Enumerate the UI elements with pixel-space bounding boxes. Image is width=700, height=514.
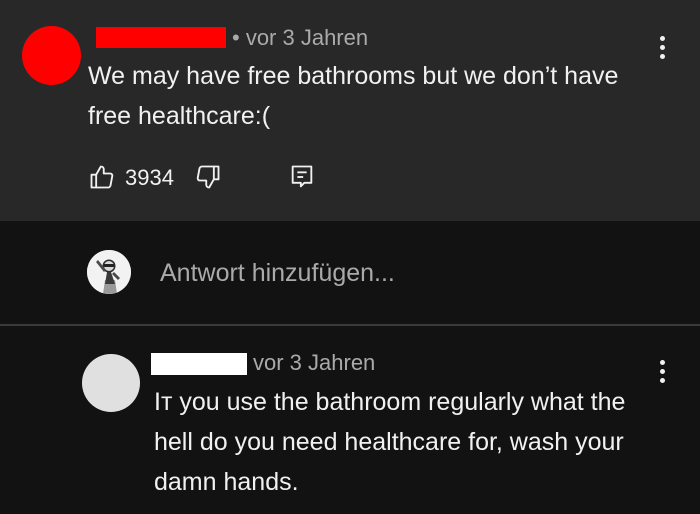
like-count: 3934 [125,165,174,190]
comment-text: We may have free bathrooms but we don’t … [88,62,619,130]
redacted-username [96,27,226,48]
thumbs-up-icon[interactable] [88,163,116,191]
user-avatar-image [87,250,131,294]
reply-avatar[interactable] [82,354,140,412]
comment-reply-icon[interactable] [288,163,316,191]
current-user-avatar[interactable] [87,250,131,294]
reply-text: Iт you use the bathroom regularly what t… [154,388,626,496]
thumbs-down-icon[interactable] [194,163,222,191]
commenter-avatar[interactable] [22,26,81,85]
more-vert-icon[interactable] [650,31,674,63]
add-reply-input[interactable]: Antwort hinzufügen... [160,255,640,291]
reply-more-vert-icon[interactable] [650,355,674,387]
top-comment: • vor 3 Jahren We may have free bathroom… [0,0,700,221]
reply-comment: vor 3 Jahren Iт you use the bathroom reg… [0,326,700,514]
comment-timestamp[interactable]: • vor 3 Jahren [232,25,368,51]
redacted-reply-username [151,353,247,375]
reply-timestamp[interactable]: vor 3 Jahren [253,350,375,376]
add-reply-row: Antwort hinzufügen... [0,221,700,325]
